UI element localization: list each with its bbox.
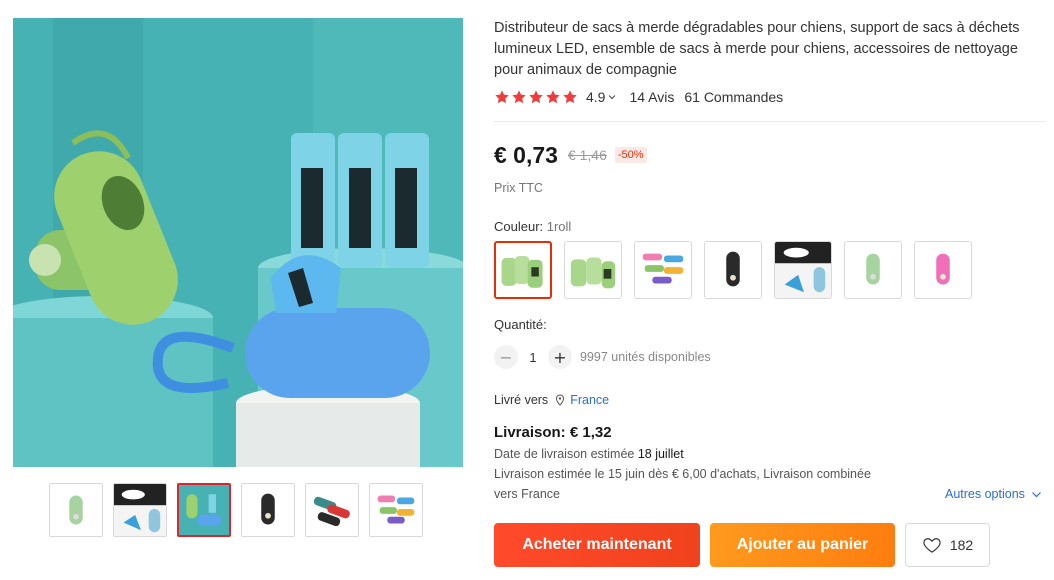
rating-score[interactable]: 4.9 [586, 89, 605, 105]
star-icon [563, 90, 577, 104]
discount-badge: -50% [614, 147, 647, 163]
ship-to-country-link[interactable]: France [570, 393, 609, 407]
quantity-label: Quantité: [494, 317, 547, 332]
thumbnail-black-dispenser[interactable] [241, 483, 295, 537]
add-to-cart-button[interactable]: Ajouter au panier [710, 523, 895, 567]
swatch-black-dispenser[interactable] [704, 241, 762, 299]
location-pin-icon [556, 394, 565, 406]
star-icon [546, 90, 560, 104]
tax-note: Prix TTC [494, 181, 544, 195]
star-icon [529, 90, 543, 104]
price-row: € 0,73 € 1,46 -50% [494, 140, 647, 170]
swatch-led-dispenser[interactable] [774, 241, 832, 299]
rating-stars [494, 89, 578, 105]
main-product-image[interactable] [13, 18, 463, 467]
ship-to-row: Livré vers France [494, 393, 609, 407]
quantity-decrease-button[interactable]: − [494, 345, 518, 369]
divider [494, 121, 1046, 122]
thumbnail-color-dispensers[interactable] [305, 483, 359, 537]
shipping-cost-title: Livraison: € 1,32 [494, 424, 612, 441]
thumbnail-main-photo[interactable] [177, 483, 231, 537]
stock-available: 9997 unités disponibles [580, 350, 711, 364]
quantity-stepper: − 1 + 9997 unités disponibles [494, 345, 711, 369]
combined-shipping-line: Livraison estimée le 15 juin dès € 6,00 … [494, 467, 871, 481]
more-shipping-options-link[interactable]: Autres options [945, 487, 1042, 501]
quantity-value[interactable]: 1 [518, 350, 548, 365]
swatch-green-dispenser[interactable] [844, 241, 902, 299]
wishlist-button[interactable]: 182 [905, 523, 990, 567]
star-icon [495, 90, 509, 104]
chevron-down-icon [1031, 491, 1041, 497]
estimated-delivery-date: 18 juillet [637, 447, 684, 461]
estimated-delivery-prefix: Date de livraison estimée [494, 447, 638, 461]
reviews-link[interactable]: 14 Avis [629, 89, 674, 105]
rating-row: 4.9 14 Avis 61 Commandes [494, 87, 783, 107]
color-label: Couleur: 1roll [494, 219, 571, 234]
thumbnail-led-dispenser[interactable] [113, 483, 167, 537]
current-price: € 0,73 [494, 141, 558, 168]
estimated-delivery-line: Date de livraison estimée 18 juillet [494, 447, 684, 461]
color-label-text: Couleur: [494, 219, 547, 234]
thumbnail-multicolor-set[interactable] [369, 483, 423, 537]
ship-to-label: Livré vers [494, 393, 549, 407]
combined-shipping-destination: vers France [494, 487, 560, 501]
wishlist-count: 182 [949, 537, 974, 553]
color-swatches [494, 241, 972, 299]
color-selected-value: 1roll [546, 219, 572, 234]
orders-count: 61 Commandes [684, 89, 784, 105]
more-options-label: Autres options [945, 487, 1025, 501]
swatch-1roll[interactable] [494, 241, 552, 299]
thumbnail-strip [49, 483, 423, 537]
product-title: Distributeur de sacs à merde dégradables… [494, 20, 1020, 78]
quantity-increase-button[interactable]: + [548, 345, 572, 369]
chevron-down-icon[interactable] [607, 92, 617, 102]
heart-icon [923, 538, 941, 553]
thumbnail-green-dispenser[interactable] [49, 483, 103, 537]
swatch-multicolor-set[interactable] [634, 241, 692, 299]
original-price: € 1,46 [567, 147, 607, 163]
star-icon [512, 90, 526, 104]
swatch-pink-dispenser[interactable] [914, 241, 972, 299]
buy-now-button[interactable]: Acheter maintenant [494, 523, 700, 567]
product-photo-illustration [13, 18, 463, 467]
swatch-green-rolls[interactable] [564, 241, 622, 299]
